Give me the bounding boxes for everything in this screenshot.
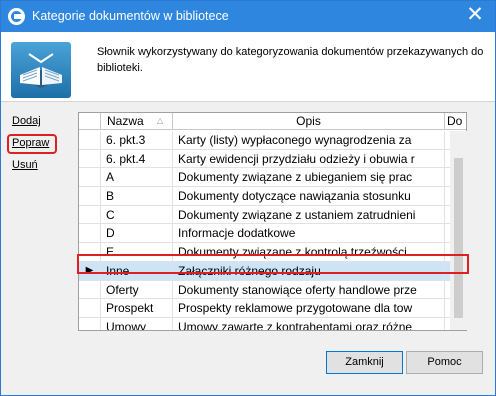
cell-name: A xyxy=(101,168,173,187)
table-row[interactable]: B Dokumenty dotyczące nawiązania stosunku xyxy=(79,187,466,206)
table-row[interactable]: C Dokumenty związane z ustaniem zatrudnie… xyxy=(79,205,466,225)
cell-description: Dokumenty związane z ustaniem zatrudnien… xyxy=(173,205,445,224)
row-selector-header xyxy=(79,113,101,130)
dialog-window: Kategorie dokumentów w bibliotece ✕ Słow… xyxy=(0,0,496,396)
cell-description: Dokumenty dotyczące nawiązania stosunku xyxy=(173,187,445,206)
row-selector[interactable] xyxy=(79,131,101,149)
cell-description: Informacje dodatkowe xyxy=(173,224,445,243)
cell-description: Prospekty reklamowe przygotowane dla tow xyxy=(173,299,445,318)
row-selector[interactable] xyxy=(79,187,101,206)
edit-link-highlight xyxy=(7,134,57,154)
close-window-button[interactable]: ✕ xyxy=(463,4,487,28)
delete-link[interactable]: Usuń xyxy=(12,159,38,171)
row-selector[interactable] xyxy=(79,224,101,243)
row-selector[interactable] xyxy=(79,280,101,299)
selected-row-highlight xyxy=(77,254,469,274)
window-title: Kategorie dokumentów w bibliotece xyxy=(32,9,229,23)
column-header-do[interactable]: Do xyxy=(445,113,466,130)
row-selector[interactable] xyxy=(79,168,101,187)
table-row[interactable]: Oferty Dokumenty stanowiące oferty handlo… xyxy=(79,280,466,300)
table-row[interactable]: 6. pkt.4 Karty ewidencji przydziału odzie… xyxy=(79,149,466,169)
cell-description: Karty (listy) wypłaconego wynagrodzenia … xyxy=(173,131,445,149)
table-row[interactable]: Prospekt Prospekty reklamowe przygotowane… xyxy=(79,299,466,318)
dialog-header: Słownik wykorzystywany do kategoryzowani… xyxy=(1,32,495,102)
cell-description: Dokumenty stanowiące oferty handlowe prz… xyxy=(173,280,445,299)
add-link[interactable]: Dodaj xyxy=(12,115,41,127)
cell-description: Umowy zawarte z kontrahentami oraz różne xyxy=(173,317,445,330)
grid-rows: 6. pkt.3 Karty (listy) wypłaconego wynagr… xyxy=(79,131,466,330)
cell-name: B xyxy=(101,187,173,206)
app-logo-icon xyxy=(8,8,25,25)
table-row[interactable]: Umowy Umowy zawarte z kontrahentami oraz … xyxy=(79,317,466,330)
row-selector[interactable] xyxy=(79,149,101,168)
table-row[interactable]: 6. pkt.3 Karty (listy) wypłaconego wynagr… xyxy=(79,131,466,150)
row-selector[interactable] xyxy=(79,299,101,318)
categories-grid[interactable]: Nazwa △ Opis Do 6. pkt.3 Karty (listy) wy… xyxy=(78,112,467,331)
scrollbar-thumb[interactable] xyxy=(454,158,463,318)
cell-name: 6. pkt.4 xyxy=(101,149,173,168)
cell-description: Dokumenty związane z ubieganiem się prac xyxy=(173,168,445,187)
sort-indicator-icon: △ xyxy=(157,116,164,125)
row-selector[interactable] xyxy=(79,317,101,330)
column-header-description[interactable]: Opis xyxy=(173,113,445,130)
cell-name: C xyxy=(101,205,173,224)
close-button[interactable]: Zamknij xyxy=(326,351,403,374)
cell-name: Umowy xyxy=(101,317,173,330)
book-icon xyxy=(11,42,71,98)
cell-name: D xyxy=(101,224,173,243)
dialog-description: Słownik wykorzystywany do kategoryzowani… xyxy=(97,46,484,74)
row-selector[interactable] xyxy=(79,205,101,224)
table-row[interactable]: A Dokumenty związane z ubieganiem się pra… xyxy=(79,168,466,188)
title-bar[interactable]: Kategorie dokumentów w bibliotece ✕ xyxy=(1,1,495,32)
cell-name: Prospekt xyxy=(101,299,173,318)
table-row[interactable]: DInformacje dodatkowe✔ xyxy=(79,224,466,244)
grid-header: Nazwa △ Opis Do xyxy=(79,113,466,130)
cell-name: Oferty xyxy=(101,280,173,299)
vertical-scrollbar[interactable] xyxy=(450,131,467,330)
help-button[interactable]: Pomoc xyxy=(406,351,483,374)
cell-description: Karty ewidencji przydziału odzieży i obu… xyxy=(173,149,445,168)
cell-name: 6. pkt.3 xyxy=(101,131,173,149)
